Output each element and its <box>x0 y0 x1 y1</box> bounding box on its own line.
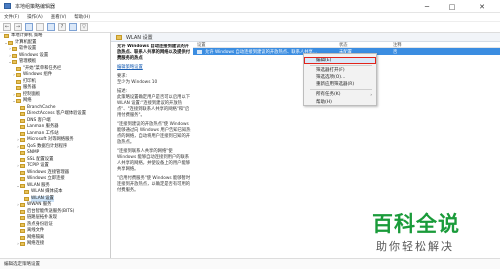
watermark-logo: 百科全说 助你轻松解决 <box>372 208 496 262</box>
folder-icon <box>20 183 25 188</box>
folder-icon <box>12 47 17 52</box>
watermark-main-text: 百科全说 <box>372 212 460 236</box>
title-bar: 本地组策略编辑器 ─ □ ✕ <box>0 0 500 13</box>
folder-icon <box>16 73 21 78</box>
folder-icon <box>12 60 17 65</box>
folder-icon <box>20 216 25 221</box>
folder-icon <box>20 229 25 234</box>
close-button[interactable]: ✕ <box>470 0 494 13</box>
tree-item-label: 网络连接 <box>27 241 45 246</box>
folder-icon <box>20 144 25 149</box>
context-edit[interactable]: 编辑(E) <box>304 57 376 64</box>
window-title: 本地组策略编辑器 <box>15 3 56 10</box>
folder-icon <box>20 177 25 182</box>
view-icon[interactable] <box>36 23 44 31</box>
context-filter-options[interactable]: 筛选选项(O)... <box>304 74 376 81</box>
watermark-sub-text: 助你轻松解决 <box>376 240 454 253</box>
folder-icon <box>16 66 21 71</box>
minimize-button[interactable]: ─ <box>415 0 439 13</box>
edit-policy-link[interactable]: 编辑策略设置 <box>117 65 193 71</box>
menu-help[interactable]: 帮助(H) <box>70 14 94 20</box>
folder-icon <box>16 86 21 91</box>
folder-icon <box>20 209 25 214</box>
folder-icon <box>20 125 25 130</box>
description-label: 描述: <box>117 89 128 94</box>
folder-icon <box>20 105 25 110</box>
folder-icon <box>20 112 25 117</box>
requirements-value: 至少为 Windows 10 <box>117 80 158 85</box>
folder-icon <box>16 79 21 84</box>
requirements-label: 要求: <box>117 74 128 79</box>
folder-icon <box>24 196 29 201</box>
context-all-tasks-label: 所有任务(K) <box>316 92 341 97</box>
context-edit-label: 编辑(E) <box>316 58 332 63</box>
description-p4: "启用付费服务"使 Windows 能够暂时连接到开放热点，以确定是否有可用的付… <box>117 176 191 193</box>
folder-icon <box>20 131 25 136</box>
context-reapply-filter[interactable]: 重新应用筛选器(R) <box>304 81 376 88</box>
folder-icon <box>24 190 29 195</box>
policy-setting-icon <box>197 49 202 54</box>
folder-icon <box>20 164 25 169</box>
group-policy-app-icon <box>4 3 11 9</box>
menu-view[interactable]: 查看(V) <box>47 14 71 20</box>
help-icon[interactable]: ? <box>58 23 66 31</box>
toolbar: ← → ? ▽ <box>0 22 500 33</box>
context-filter-options-label: 筛选选项(O)... <box>316 75 346 80</box>
row-note: 否 <box>393 49 398 55</box>
folder-icon <box>12 53 17 58</box>
description-p1: 此策略设置确定用户是否可以启用以下 WLAN 设置:"连接到建议的开放热点"、"… <box>117 95 191 118</box>
folder-icon <box>20 138 25 143</box>
row-setting: 允许 Windows 自动连接到建议的开放热点、联系人共享... <box>205 49 317 55</box>
back-icon[interactable]: ← <box>3 23 11 31</box>
folder-icon <box>4 34 9 39</box>
filter-icon[interactable]: ▽ <box>80 23 88 31</box>
tree-item[interactable]: › 网络连接 <box>0 241 110 248</box>
folder-icon <box>20 203 25 208</box>
context-all-tasks[interactable]: 所有任务(K) › <box>304 91 376 98</box>
menu-file[interactable]: 文件(F) <box>0 14 23 20</box>
context-help-label: 帮助(H) <box>316 100 332 105</box>
export-icon[interactable] <box>47 23 55 31</box>
folder-icon <box>16 99 21 104</box>
folder-icon[interactable] <box>25 23 33 31</box>
context-help[interactable]: 帮助(H) <box>304 99 376 106</box>
description-p3: "连接到联系人共享的网络"使 Windows 能够自动连接到用户的联系人共享的网… <box>117 149 191 172</box>
menu-bar: 文件(F) 操作(A) 查看(V) 帮助(H) <box>0 13 500 22</box>
folder-icon <box>116 34 122 40</box>
folder-icon <box>8 40 13 45</box>
description-p2: "连接到建议的开放热点"使 Windows 能够通过向 Windows 用户告知… <box>117 122 191 145</box>
panel-header: WLAN 设置 <box>111 33 500 42</box>
menu-separator <box>310 65 372 66</box>
context-filter-on[interactable]: 筛选器打开(F) <box>304 67 376 74</box>
chevron-right-icon: › <box>370 92 372 97</box>
folder-icon <box>20 170 25 175</box>
context-reapply-filter-label: 重新应用筛选器(R) <box>316 82 355 87</box>
menu-separator <box>310 89 372 90</box>
folder-icon <box>20 235 25 240</box>
folder-icon <box>20 222 25 227</box>
panel-title: WLAN 设置 <box>126 34 153 41</box>
context-menu: 编辑(E) 筛选器打开(F) 筛选选项(O)... 重新应用筛选器(R) 所有任… <box>303 53 377 106</box>
forward-icon[interactable]: → <box>14 23 22 31</box>
menu-action[interactable]: 操作(A) <box>23 14 47 20</box>
maximize-button[interactable]: □ <box>440 0 464 13</box>
properties-icon[interactable] <box>69 23 77 31</box>
setting-name: 允许 Windows 自动连接到建议的开放热点、联系人共享的网络以及提供付费服务… <box>117 44 191 61</box>
description-pane: 允许 Windows 自动连接到建议的开放热点、联系人共享的网络以及提供付费服务… <box>117 44 193 258</box>
folder-icon <box>20 118 25 123</box>
folder-icon <box>16 92 21 97</box>
navigation-tree: 本地计算机 策略 ⌄ 计算机配置 › 软件设置 › Windows 设置 ⌄ 管理模板 "开始"菜… <box>0 33 111 258</box>
folder-icon <box>20 157 25 162</box>
folder-icon <box>20 151 25 156</box>
context-filter-on-label: 筛选器打开(F) <box>316 68 345 73</box>
folder-icon <box>20 242 25 247</box>
